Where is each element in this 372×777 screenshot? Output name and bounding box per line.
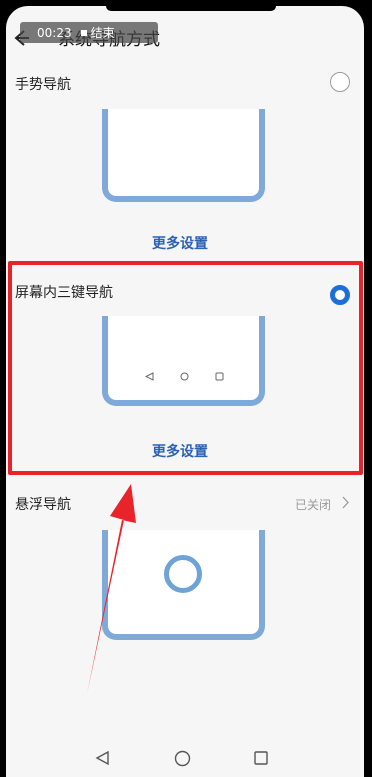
option-gesture-navigation[interactable]: 手势导航 更多设置 xyxy=(6,66,364,261)
status-text: 已关闭 xyxy=(295,498,332,512)
chevron-right-icon xyxy=(342,496,349,509)
circle-home-icon[interactable] xyxy=(174,750,191,767)
floating-button-icon xyxy=(164,555,202,593)
more-settings-link[interactable]: 更多设置 xyxy=(152,233,208,253)
highlight-box xyxy=(8,261,363,475)
system-navigation-bar xyxy=(6,740,364,777)
end-recording-button[interactable]: 结束 xyxy=(80,24,115,41)
radio-off-icon[interactable] xyxy=(330,72,350,92)
option-label: 悬浮导航 xyxy=(15,497,71,513)
screen-recording-bar: 00:23 结束 xyxy=(20,22,158,43)
triangle-back-icon[interactable] xyxy=(94,750,110,766)
phone-screen: 00:23 结束 系统导航方式 手势导航 更多设置 屏幕内三键导航 更多设 xyxy=(6,6,364,777)
recording-time: 00:23 xyxy=(37,25,72,40)
end-recording-label: 结束 xyxy=(90,26,115,40)
option-floating-navigation[interactable]: 悬浮导航 已关闭 xyxy=(6,488,364,640)
gesture-phone-illustration xyxy=(102,109,265,202)
camera-notch xyxy=(106,6,276,11)
square-recent-icon[interactable] xyxy=(253,750,269,766)
option-label: 手势导航 xyxy=(15,77,71,93)
stop-icon xyxy=(80,29,87,36)
